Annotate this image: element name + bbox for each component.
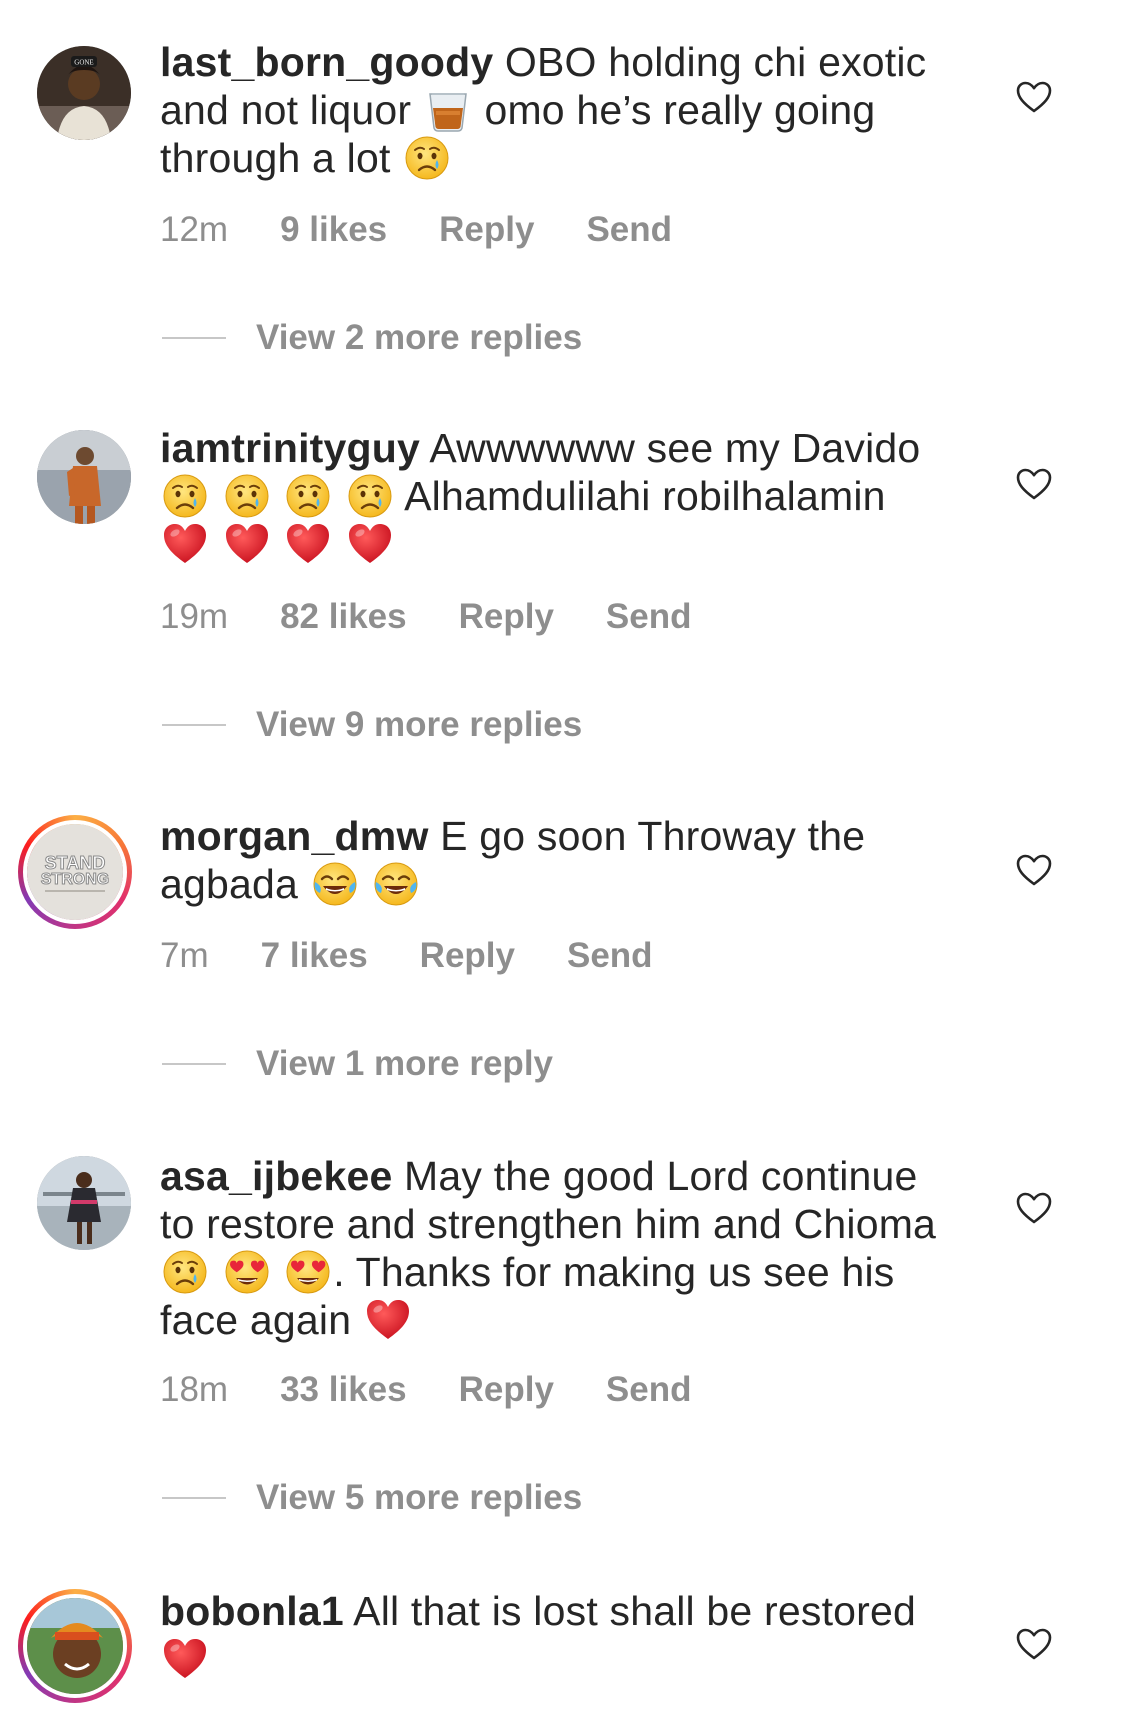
timestamp: 7m	[160, 936, 209, 975]
likes-count[interactable]: 82 likes	[280, 597, 407, 637]
reply-button[interactable]: Reply	[459, 597, 554, 637]
svg-text:STAND: STAND	[45, 853, 106, 873]
comment-body-continued: Alhamdulilahi robilhalamin	[404, 473, 886, 519]
username[interactable]: last_born_goody	[160, 39, 493, 85]
comment-meta: 19m 82 likes Reply Send	[160, 597, 743, 637]
comment-body: Awwwwww see my Davido	[429, 425, 921, 471]
send-button[interactable]: Send	[606, 597, 692, 637]
avatar[interactable]	[37, 430, 131, 524]
view-replies-label: View 9 more replies	[256, 705, 583, 744]
comment-meta: 12m 9 likes Reply Send	[160, 210, 724, 250]
crying-face-icon	[161, 1248, 209, 1296]
avatar-image	[37, 1156, 131, 1250]
view-replies-button[interactable]: View 9 more replies	[162, 705, 582, 745]
avatar-image: STAND STRONG	[27, 824, 123, 920]
crying-face-icon	[223, 472, 271, 520]
likes-count[interactable]: 33 likes	[280, 1370, 407, 1410]
avatar-story-ring[interactable]: STAND STRONG	[18, 815, 132, 929]
username[interactable]: bobonla1	[160, 1588, 344, 1634]
heart-eyes-icon	[223, 1248, 271, 1296]
view-replies-label: View 2 more replies	[256, 318, 583, 357]
tears-of-joy-icon	[311, 860, 359, 908]
view-replies-label: View 1 more reply	[256, 1044, 554, 1083]
avatar-image	[27, 1598, 123, 1694]
like-heart-icon[interactable]	[1015, 1191, 1053, 1225]
timestamp: 19m	[160, 597, 229, 636]
avatar-image: GONE	[37, 46, 131, 140]
send-button[interactable]: Send	[586, 210, 672, 250]
like-heart-icon[interactable]	[1015, 467, 1053, 501]
reply-button[interactable]: Reply	[459, 1370, 554, 1410]
red-heart-icon	[346, 520, 394, 568]
comment-text: asa_ijbekee May the good Lord continue t…	[160, 1152, 960, 1344]
red-heart-icon	[161, 520, 209, 568]
username[interactable]: morgan_dmw	[160, 813, 429, 859]
crying-face-icon	[403, 134, 451, 182]
crying-face-icon	[346, 472, 394, 520]
view-replies-button[interactable]: View 1 more reply	[162, 1044, 553, 1084]
like-heart-icon[interactable]	[1015, 853, 1053, 887]
view-replies-label: View 5 more replies	[256, 1478, 583, 1517]
svg-text:STRONG: STRONG	[41, 871, 109, 888]
svg-text:GONE: GONE	[74, 59, 93, 67]
replies-divider	[162, 1497, 226, 1499]
avatar	[23, 1594, 127, 1698]
tumbler-glass-icon	[424, 86, 472, 134]
send-button[interactable]: Send	[567, 936, 653, 976]
crying-face-icon	[284, 472, 332, 520]
username[interactable]: asa_ijbekee	[160, 1153, 392, 1199]
username[interactable]: iamtrinityguy	[160, 425, 420, 471]
like-heart-icon[interactable]	[1015, 80, 1053, 114]
like-heart-icon[interactable]	[1015, 1627, 1053, 1661]
view-replies-button[interactable]: View 2 more replies	[162, 318, 582, 358]
avatar-image	[37, 430, 131, 524]
likes-count[interactable]: 9 likes	[280, 210, 387, 250]
red-heart-icon	[161, 1635, 209, 1683]
comment-body: All that is lost shall be restored	[353, 1588, 917, 1634]
avatar-story-ring[interactable]	[18, 1589, 132, 1703]
reply-button[interactable]: Reply	[439, 210, 534, 250]
red-heart-icon	[223, 520, 271, 568]
red-heart-icon	[284, 520, 332, 568]
avatar[interactable]	[37, 1156, 131, 1250]
timestamp: 18m	[160, 1370, 229, 1409]
timestamp: 12m	[160, 210, 229, 249]
tears-of-joy-icon	[372, 860, 420, 908]
avatar[interactable]: GONE	[37, 46, 131, 140]
view-replies-button[interactable]: View 5 more replies	[162, 1478, 582, 1518]
comment-text: morgan_dmw E go soon Throway the agbada	[160, 812, 960, 908]
crying-face-icon	[161, 472, 209, 520]
replies-divider	[162, 1063, 226, 1065]
replies-divider	[162, 337, 226, 339]
comment-meta: 18m 33 likes Reply Send	[160, 1370, 743, 1410]
send-button[interactable]: Send	[606, 1370, 692, 1410]
replies-divider	[162, 724, 226, 726]
heart-eyes-icon	[284, 1248, 332, 1296]
comment-text: last_born_goody OBO holding chi exotic a…	[160, 38, 960, 182]
reply-button[interactable]: Reply	[420, 936, 515, 976]
comment-text: bobonla1 All that is lost shall be resto…	[160, 1587, 960, 1683]
comment-meta: 7m 7 likes Reply Send	[160, 936, 705, 976]
comment-text: iamtrinityguy Awwwwww see my Davido Alha…	[160, 424, 960, 568]
red-heart-icon	[364, 1296, 412, 1344]
likes-count[interactable]: 7 likes	[261, 936, 368, 976]
avatar: STAND STRONG	[23, 820, 127, 924]
